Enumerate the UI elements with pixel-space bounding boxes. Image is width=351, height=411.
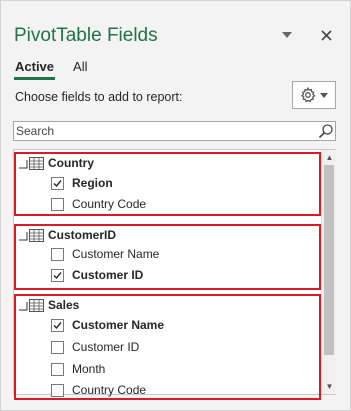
collapse-icon[interactable] xyxy=(18,298,28,311)
table-icon xyxy=(29,299,44,317)
tab-all[interactable]: All xyxy=(72,57,88,80)
field-label: Customer ID xyxy=(72,340,140,354)
scroll-thumb[interactable] xyxy=(324,165,334,355)
search-input[interactable] xyxy=(16,123,316,139)
field-group-country: Country Region Country Code xyxy=(14,152,321,216)
field-item[interactable]: Customer ID xyxy=(51,338,139,356)
field-label: Customer Name xyxy=(72,247,160,261)
choose-fields-hint: Choose fields to add to report: xyxy=(15,90,183,104)
checkbox[interactable] xyxy=(51,362,64,376)
collapse-icon[interactable] xyxy=(18,228,28,241)
checkbox[interactable] xyxy=(51,340,64,354)
tab-active[interactable]: Active xyxy=(14,57,56,80)
close-pane-button[interactable] xyxy=(318,27,334,43)
table-icon xyxy=(29,157,44,175)
field-item[interactable]: Customer ID xyxy=(51,266,143,284)
field-item[interactable]: Country Code xyxy=(51,195,146,213)
group-label: Country xyxy=(48,156,94,170)
field-label: Month xyxy=(72,362,106,376)
field-group-customerid: CustomerID Customer Name Customer ID xyxy=(14,224,321,290)
field-label: Country Code xyxy=(72,383,147,397)
field-item[interactable]: Customer Name xyxy=(51,316,164,334)
pivottable-fields-pane: PivotTable Fields Active All Choose fiel… xyxy=(0,0,351,411)
checkbox[interactable] xyxy=(51,268,64,282)
tools-settings-button[interactable] xyxy=(292,81,336,109)
collapse-icon[interactable] xyxy=(18,156,28,169)
chevron-down-icon xyxy=(320,92,328,98)
search-button[interactable] xyxy=(318,123,334,144)
gear-icon xyxy=(300,87,316,103)
field-label: Country Code xyxy=(72,197,147,211)
field-item[interactable]: Region xyxy=(51,174,113,192)
field-tabs: Active All xyxy=(14,57,105,80)
search-box xyxy=(13,121,336,141)
checkbox[interactable] xyxy=(51,247,64,261)
pane-title: PivotTable Fields xyxy=(14,25,158,46)
scroll-down-arrow-icon[interactable]: ▼ xyxy=(325,382,334,391)
checkbox[interactable] xyxy=(51,197,64,211)
field-list-scrollbar[interactable]: ▲ ▼ xyxy=(321,150,336,394)
field-group-sales: Sales Customer Name Customer ID Month Co… xyxy=(14,294,321,400)
check-icon xyxy=(53,179,62,187)
field-item[interactable]: Customer Name xyxy=(51,245,159,263)
field-label: Region xyxy=(72,176,113,190)
table-icon xyxy=(29,229,44,247)
search-icon xyxy=(318,124,333,139)
field-item[interactable]: Country Code xyxy=(51,381,146,399)
field-item[interactable]: Month xyxy=(51,360,105,378)
group-label: Sales xyxy=(48,298,80,312)
field-label: Customer Name xyxy=(72,318,165,332)
checkbox[interactable] xyxy=(51,383,64,397)
check-icon xyxy=(53,321,62,329)
field-label: Customer ID xyxy=(72,268,144,282)
scroll-up-arrow-icon[interactable]: ▲ xyxy=(325,153,334,162)
close-icon xyxy=(320,29,332,41)
checkbox[interactable] xyxy=(51,318,64,332)
chevron-down-icon xyxy=(282,32,292,38)
task-pane-options-button[interactable] xyxy=(279,27,295,43)
checkbox[interactable] xyxy=(51,176,64,190)
group-label: CustomerID xyxy=(48,228,117,242)
check-icon xyxy=(53,271,62,279)
